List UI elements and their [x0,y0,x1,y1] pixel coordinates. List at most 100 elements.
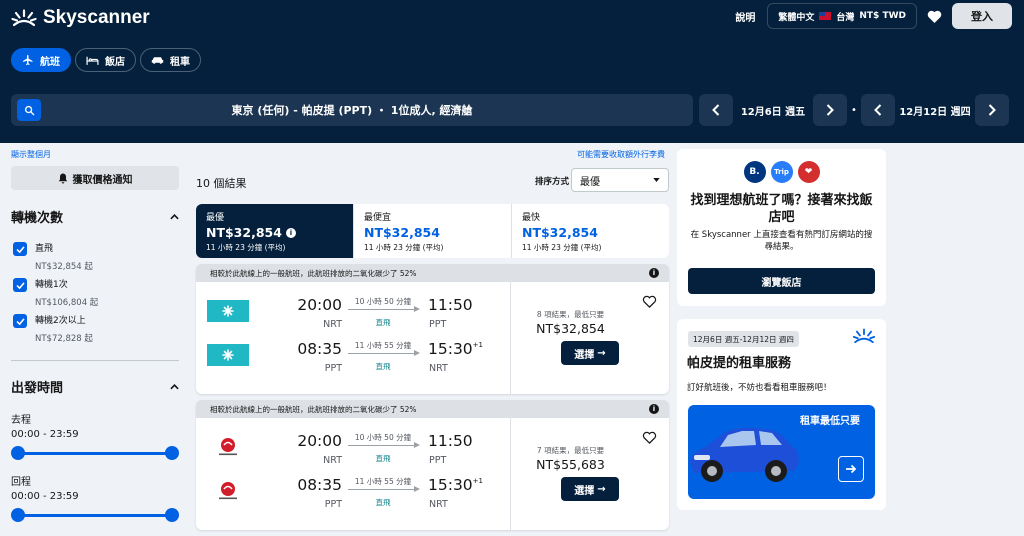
stops-label: 直飛 [375,362,391,371]
price-alert-button[interactable]: 獲取價格通知 [11,166,179,190]
region-label: 台灣 [836,12,855,23]
outbound-time-slider[interactable] [11,446,179,460]
filter-label: 轉機1次 [35,280,68,290]
hotel-panel-title: 找到理想航班了嗎？接著來找飯店吧 [690,193,873,225]
info-icon[interactable]: i [285,227,296,238]
return-label: 回程 [11,477,31,488]
slider-handle-end[interactable] [165,508,179,522]
eco-banner: 相較於此航線上的一般航班，此航班排放的二氧化碳少了 52% i [196,264,669,282]
login-button[interactable]: 登入 [952,3,1012,29]
save-heart-icon[interactable] [642,295,657,308]
tab-flights[interactable]: 航班 [11,48,71,72]
deals-count: 8 項結果，最低只要 [536,310,605,319]
filter-price: NT$72,828 起 [35,334,93,344]
skyscanner-sunrise-icon [852,328,876,344]
departure-time-header[interactable]: 出發時間 [11,377,179,396]
check-icon [15,281,25,289]
browse-hotels-button[interactable]: 瀏覽飯店 [688,268,875,294]
info-icon[interactable]: i [649,268,659,278]
sort-tab-fastest[interactable]: 最快 NT$32,854 11 小時 23 分鐘 (平均) [511,204,669,258]
flight-result-card[interactable]: 相較於此航線上的一般航班，此航班排放的二氧化碳少了 52% i 20:00 NR… [196,400,669,530]
departure-time: 08:35 [297,340,342,358]
return-date[interactable]: 12月12日 週四 [895,103,975,118]
arrival-airport: PPT [429,319,447,330]
tab-car-hire[interactable]: 租車 [140,48,201,72]
tab-hotels[interactable]: 飯店 [75,48,136,72]
depart-next-button[interactable] [813,94,847,126]
depart-date[interactable]: 12月6日 週五 [733,103,813,118]
airline-logo-air-tahiti-nui [207,300,249,322]
sort-tab-price: NT$32,854 [522,225,598,240]
arrival-time: 11:50 [428,296,473,314]
hotels-logo-icon: ❤ [797,161,820,183]
select-button[interactable]: 選擇 → [561,341,619,365]
filter-label: 轉機2次以上 [35,316,86,326]
return-prev-button[interactable] [861,94,895,126]
tab-label: 租車 [170,56,190,68]
skyscanner-logo[interactable]: Skyscanner [11,7,150,29]
stops-label: 直飛 [375,498,391,507]
flight-duration: 11 小時 55 分鐘 [354,477,412,486]
return-time-slider[interactable] [11,508,179,522]
search-button[interactable] [17,99,41,121]
filter-one-stop[interactable]: 轉機1次 NT$106,804 起 [13,278,98,308]
price-box: 8 項結果，最低只要 NT$32,854 選擇 → [510,282,669,394]
sort-tab-cheapest[interactable]: 最便宜 NT$32,854 11 小時 23 分鐘 (平均) [353,204,511,258]
search-summary-bar[interactable]: 東京 (任何) - 帕皮提 (PPT) ・ 1位成人, 經濟艙 [11,94,693,126]
stops-label: 直飛 [375,454,391,463]
car-promo-arrow-button[interactable] [838,456,864,482]
chevron-up-icon [170,383,179,389]
brand-name: Skyscanner [43,7,150,28]
departure-airport: NRT [323,455,342,466]
slider-track [17,452,173,455]
checkbox-checked[interactable] [13,314,27,328]
arrow-right-icon [846,464,857,474]
search-icon [24,105,34,115]
sort-tab-best[interactable]: 最優 NT$32,854 i 11 小時 23 分鐘 (平均) [196,204,353,258]
show-whole-month-link[interactable]: 顯示整個月 [11,149,51,160]
checkbox-checked[interactable] [13,242,27,256]
route-line [348,306,420,312]
chevron-left-icon [712,104,720,116]
car-panel-title: 帕皮提的租車服務 [687,356,792,371]
departure-airport: PPT [324,499,342,510]
locale-selector[interactable]: 繁體中文 台灣 NT$ TWD [767,3,917,29]
filter-two-plus-stops[interactable]: 轉機2次以上 NT$72,828 起 [13,314,93,344]
check-icon [15,317,25,325]
booking-logo-icon: B. [743,161,766,183]
return-next-button[interactable] [975,94,1009,126]
departure-time: 20:00 [297,432,342,450]
flight-result-card[interactable]: 相較於此航線上的一般航班，此航班排放的二氧化碳少了 52% i 20:00 NR… [196,264,669,394]
filter-direct[interactable]: 直飛 NT$32,854 起 [13,242,93,272]
help-link[interactable]: 說明 [735,9,755,24]
flight-duration: 11 小時 55 分鐘 [354,341,412,350]
route-line [348,442,420,448]
stops-filter-header[interactable]: 轉機次數 [11,207,179,226]
depart-prev-button[interactable] [699,94,733,126]
slider-handle-start[interactable] [11,446,25,460]
sort-tabs: 最優 NT$32,854 i 11 小時 23 分鐘 (平均) 最便宜 NT$3… [196,204,669,258]
plane-icon [23,55,33,65]
flight-duration: 10 小時 50 分鐘 [354,297,412,306]
slider-handle-end[interactable] [165,446,179,460]
info-icon[interactable]: i [649,404,659,414]
slider-track [17,514,173,517]
arrow-right-icon: → [597,483,606,495]
arrow-right-icon: → [597,347,606,359]
slider-handle-start[interactable] [11,508,25,522]
car-hire-promo[interactable]: 租車最低只要 [688,405,875,499]
baggage-fee-link[interactable]: 可能需要收取額外行李費 [577,149,665,160]
favorites-heart-icon[interactable] [924,6,944,26]
hotel-promo-panel: B. Trip ❤ 找到理想航班了嗎？接著來找飯店吧 在 Skyscanner … [677,149,886,306]
price: NT$55,683 [536,457,605,472]
price-alert-label: 獲取價格通知 [72,174,133,186]
sort-select[interactable]: 最優 [571,168,669,192]
arrival-airport: NRT [429,363,448,374]
departure-time-title: 出發時間 [11,381,64,396]
save-heart-icon[interactable] [642,431,657,444]
select-button[interactable]: 選擇 → [561,477,619,501]
tiare-flower-icon [222,305,234,317]
car-icon [151,57,164,64]
checkbox-checked[interactable] [13,278,27,292]
tab-label: 飯店 [105,56,125,68]
